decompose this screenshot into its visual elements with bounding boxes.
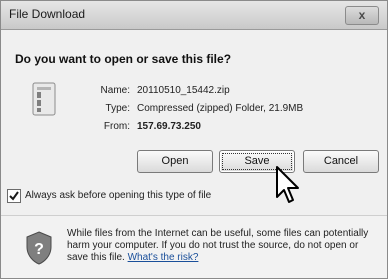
warning-text: While files from the Internet can be use… bbox=[67, 228, 373, 264]
close-button[interactable]: x bbox=[345, 6, 379, 25]
zip-file-icon bbox=[32, 82, 56, 116]
always-ask-checkbox[interactable] bbox=[7, 189, 21, 203]
type-label: Type: bbox=[105, 103, 130, 114]
dialog-content: Do you want to open or save this file? N… bbox=[1, 30, 387, 278]
security-shield-icon: ? bbox=[26, 231, 52, 265]
title-bar[interactable]: File Download x bbox=[1, 1, 387, 30]
whats-the-risk-link[interactable]: What's the risk? bbox=[128, 252, 199, 263]
open-button[interactable]: Open bbox=[137, 150, 213, 173]
warning-panel: ? While files from the Internet can be u… bbox=[1, 216, 387, 278]
name-value: 20110510_15442.zip bbox=[137, 85, 230, 96]
from-value: 157.69.73.250 bbox=[137, 121, 201, 132]
from-label: From: bbox=[103, 121, 130, 132]
always-ask-label[interactable]: Always ask before opening this type of f… bbox=[25, 189, 211, 202]
file-download-dialog: File Download x Do you want to open or s… bbox=[0, 0, 388, 279]
cancel-button[interactable]: Cancel bbox=[303, 150, 379, 173]
mouse-pointer-icon bbox=[276, 166, 299, 203]
name-label: Name: bbox=[100, 85, 130, 96]
svg-text:?: ? bbox=[34, 241, 44, 258]
type-value: Compressed (zipped) Folder, 21.9MB bbox=[137, 103, 304, 114]
window-title: File Download bbox=[9, 7, 86, 21]
checkmark-icon bbox=[9, 191, 19, 201]
warning-message: While files from the Internet can be use… bbox=[67, 228, 369, 263]
dialog-question: Do you want to open or save this file? bbox=[15, 52, 232, 66]
